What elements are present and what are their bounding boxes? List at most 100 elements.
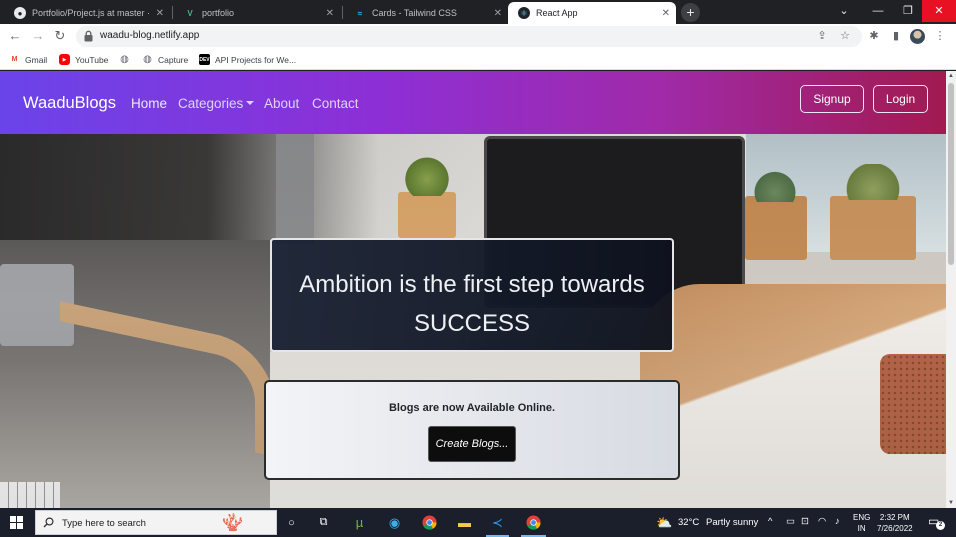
forward-arrow-icon[interactable]: → xyxy=(29,27,47,45)
signup-button[interactable]: Signup xyxy=(800,85,864,113)
bookmark-youtube[interactable]: ▶ YouTube xyxy=(59,53,108,66)
reload-icon[interactable]: ↻ xyxy=(51,27,69,45)
caret-down-icon xyxy=(246,101,255,105)
tab-github[interactable]: ● Portfolio/Project.js at master · Sh ✕ xyxy=(4,2,170,24)
nav-home[interactable]: Home xyxy=(131,96,167,111)
edge-icon[interactable]: ◉ xyxy=(385,513,404,532)
clock-date: 7/26/2022 xyxy=(877,524,913,533)
weather-partly-sunny-icon[interactable]: ⛅ xyxy=(655,513,674,532)
scrollbar-thumb[interactable] xyxy=(948,83,954,265)
globe-icon: ◍ xyxy=(143,54,152,65)
nav-about[interactable]: About xyxy=(264,96,299,111)
quote-text: Ambition is the first step towards xyxy=(299,271,645,298)
weather-temperature[interactable]: 32°C xyxy=(678,517,699,528)
weather-condition[interactable]: Partly sunny xyxy=(706,517,758,528)
new-tab-button[interactable]: + xyxy=(681,3,700,22)
create-blogs-button[interactable]: Create Blogs... xyxy=(428,426,516,462)
tab-title: portfolio xyxy=(202,8,235,18)
scroll-down-icon[interactable]: ▼ xyxy=(946,498,956,508)
vscode-icon[interactable]: ≺ xyxy=(488,513,507,532)
nav-categories-label: Categories xyxy=(178,96,244,111)
browser-tab-strip: ● Portfolio/Project.js at master · Sh ✕ … xyxy=(0,0,956,24)
tab-portfolio[interactable]: V portfolio ✕ xyxy=(174,2,340,24)
bookmark-label: API Projects for We... xyxy=(215,54,297,65)
bookmark-gmail[interactable]: M Gmail xyxy=(9,53,48,66)
language-code: ENG xyxy=(853,513,871,522)
bookmark-api-projects[interactable]: DEV API Projects for We... xyxy=(199,53,296,66)
extensions-icon[interactable]: ✱ xyxy=(866,28,882,44)
bookmark-label: YouTube xyxy=(75,54,109,65)
windows-start-icon[interactable] xyxy=(10,516,23,529)
tab-separator xyxy=(172,6,173,19)
search-placeholder: Type here to search xyxy=(62,518,146,529)
tab-tailwind[interactable]: ≈ Cards - Tailwind CSS ✕ xyxy=(344,2,508,24)
page-scrollbar[interactable]: ▲ ▼ xyxy=(946,71,956,508)
share-icon[interactable]: ⇪ xyxy=(815,29,829,43)
react-icon: ⚛ xyxy=(518,7,530,19)
network-icon[interactable]: ⊡ xyxy=(801,516,809,527)
search-highlight-icon: 🪸 xyxy=(222,513,244,532)
youtube-icon: ▶ xyxy=(59,54,70,65)
bookmark-label: Gmail xyxy=(25,54,48,65)
bookmark-label: Capture xyxy=(158,54,189,65)
profile-avatar[interactable] xyxy=(910,29,925,44)
tab-search-icon[interactable]: ⌄ xyxy=(828,0,860,22)
bookmarks-bar: M Gmail ▶ YouTube ◍ ◍ Capture DEV API Pr… xyxy=(0,49,956,70)
scroll-up-icon[interactable]: ▲ xyxy=(946,71,956,81)
notification-count-badge: 2 xyxy=(936,521,945,530)
tab-title: Portfolio/Project.js at master · Sh xyxy=(32,8,152,18)
close-icon[interactable]: ✕ xyxy=(662,8,670,19)
tab-react-app[interactable]: ⚛ React App ✕ xyxy=(508,2,676,24)
globe-icon: ◍ xyxy=(120,54,129,65)
quote-emphasis: SUCCESS xyxy=(413,310,531,337)
menu-kebab-icon[interactable]: ⋮ xyxy=(932,28,948,44)
clock-time: 2:32 PM xyxy=(879,513,910,522)
login-button[interactable]: Login xyxy=(873,85,928,113)
vue-icon: V xyxy=(187,8,193,18)
language-region: IN xyxy=(857,524,866,533)
battery-charging-icon[interactable]: ▭ xyxy=(786,516,795,527)
windows-taskbar: Type here to search 🪸 ○ ⧉ µ ◉ ▬ ≺ ⛅ 32°C… xyxy=(0,508,956,537)
bookmark-capture[interactable]: ◍ Capture xyxy=(142,53,188,66)
cta-card: Blogs are now Available Online. Create B… xyxy=(264,380,680,480)
close-icon[interactable]: ✕ xyxy=(326,8,334,19)
tab-separator xyxy=(342,6,343,19)
tray-chevron-up-icon[interactable]: ^ xyxy=(768,516,772,527)
url-text: waadu-blog.netlify.app xyxy=(100,30,200,41)
close-icon[interactable]: ✕ xyxy=(156,8,164,19)
tailwind-icon: ≈ xyxy=(357,8,363,18)
chrome-window-icon[interactable] xyxy=(524,513,543,532)
task-view-circle-icon[interactable]: ○ xyxy=(282,513,301,532)
quote-card: Ambition is the first step towards SUCCE… xyxy=(270,238,674,352)
minimize-button[interactable]: — xyxy=(862,0,894,22)
nav-categories-dropdown[interactable]: Categories xyxy=(178,96,255,111)
chrome-icon[interactable] xyxy=(420,513,439,532)
restore-button[interactable]: ❐ xyxy=(892,0,924,22)
utorrent-icon[interactable]: µ xyxy=(350,513,369,532)
window-close-button[interactable]: ✕ xyxy=(922,0,956,22)
bookmark-star-icon[interactable]: ☆ xyxy=(838,29,852,43)
volume-icon[interactable]: ♪ xyxy=(835,516,840,527)
site-brand[interactable]: WaaduBlogs xyxy=(23,94,116,113)
system-clock[interactable]: 2:32 PM 7/26/2022 xyxy=(877,512,913,534)
address-bar[interactable]: waadu-blog.netlify.app ⇪ ☆ xyxy=(76,26,862,47)
task-view-icon[interactable]: ⧉ xyxy=(314,513,333,532)
lock-icon xyxy=(84,30,93,42)
file-explorer-icon[interactable]: ▬ xyxy=(455,513,474,532)
tab-title: Cards - Tailwind CSS xyxy=(372,8,457,18)
bookmark-untitled[interactable]: ◍ xyxy=(119,53,135,66)
hero-section: Ambition is the first step towards SUCCE… xyxy=(0,134,946,508)
taskbar-search-box[interactable]: Type here to search 🪸 xyxy=(35,510,277,535)
github-icon: ● xyxy=(14,7,26,19)
site-navbar: WaaduBlogs Home Categories About Contact… xyxy=(0,71,946,134)
language-indicator[interactable]: ENG IN xyxy=(853,512,870,534)
close-icon[interactable]: ✕ xyxy=(494,8,502,19)
tab-title: React App xyxy=(536,8,578,18)
side-panel-icon[interactable]: ▮ xyxy=(888,28,904,44)
nav-contact[interactable]: Contact xyxy=(312,96,359,111)
dev-icon: DEV xyxy=(199,54,210,65)
back-arrow-icon[interactable]: ← xyxy=(6,27,24,45)
wifi-icon[interactable]: ◠ xyxy=(818,516,826,527)
gmail-icon: M xyxy=(11,56,18,63)
web-page: WaaduBlogs Home Categories About Contact… xyxy=(0,71,946,508)
